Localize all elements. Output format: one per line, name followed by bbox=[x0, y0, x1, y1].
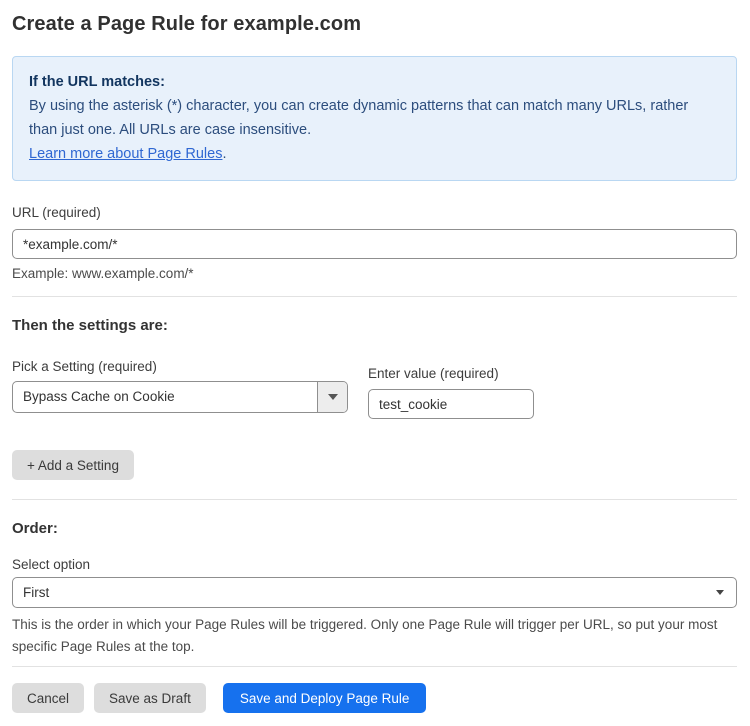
url-section: URL (required) Example: www.example.com/… bbox=[12, 204, 737, 281]
add-setting-button[interactable]: + Add a Setting bbox=[12, 450, 134, 480]
order-select-value: First bbox=[23, 585, 49, 600]
url-label: URL (required) bbox=[12, 205, 101, 220]
divider bbox=[12, 296, 737, 297]
page-rule-form: Create a Page Rule for example.com If th… bbox=[0, 0, 750, 726]
divider bbox=[12, 666, 737, 667]
settings-heading: Then the settings are: bbox=[12, 317, 737, 334]
info-box-heading: If the URL matches: bbox=[29, 70, 720, 94]
learn-more-link[interactable]: Learn more about Page Rules bbox=[29, 146, 222, 162]
setting-value-input[interactable] bbox=[368, 389, 534, 419]
order-heading: Order: bbox=[12, 520, 737, 537]
chevron-down-icon bbox=[716, 590, 724, 595]
url-input[interactable] bbox=[12, 229, 737, 259]
setting-select-column: Pick a Setting (required) Bypass Cache o… bbox=[12, 358, 348, 419]
info-box-link-line: Learn more about Page Rules. bbox=[29, 142, 720, 166]
page-title: Create a Page Rule for example.com bbox=[12, 13, 737, 36]
setting-value-column: Enter value (required) bbox=[368, 365, 534, 419]
info-box-body: By using the asterisk (*) character, you… bbox=[29, 94, 720, 142]
setting-select-arrow-button[interactable] bbox=[317, 382, 347, 412]
setting-select[interactable]: Bypass Cache on Cookie bbox=[12, 381, 348, 413]
value-label: Enter value (required) bbox=[368, 366, 499, 381]
divider bbox=[12, 499, 737, 500]
settings-row: Pick a Setting (required) Bypass Cache o… bbox=[12, 358, 737, 419]
link-suffix: . bbox=[222, 146, 226, 162]
chevron-down-icon bbox=[328, 394, 338, 400]
setting-select-value: Bypass Cache on Cookie bbox=[13, 382, 185, 412]
url-helper-text: Example: www.example.com/* bbox=[12, 266, 737, 281]
url-match-info-box: If the URL matches: By using the asteris… bbox=[12, 56, 737, 181]
order-select-label: Select option bbox=[12, 557, 737, 572]
order-helper-text: This is the order in which your Page Rul… bbox=[12, 614, 737, 658]
order-select[interactable]: First bbox=[12, 577, 737, 608]
setting-select-label: Pick a Setting (required) bbox=[12, 359, 157, 374]
